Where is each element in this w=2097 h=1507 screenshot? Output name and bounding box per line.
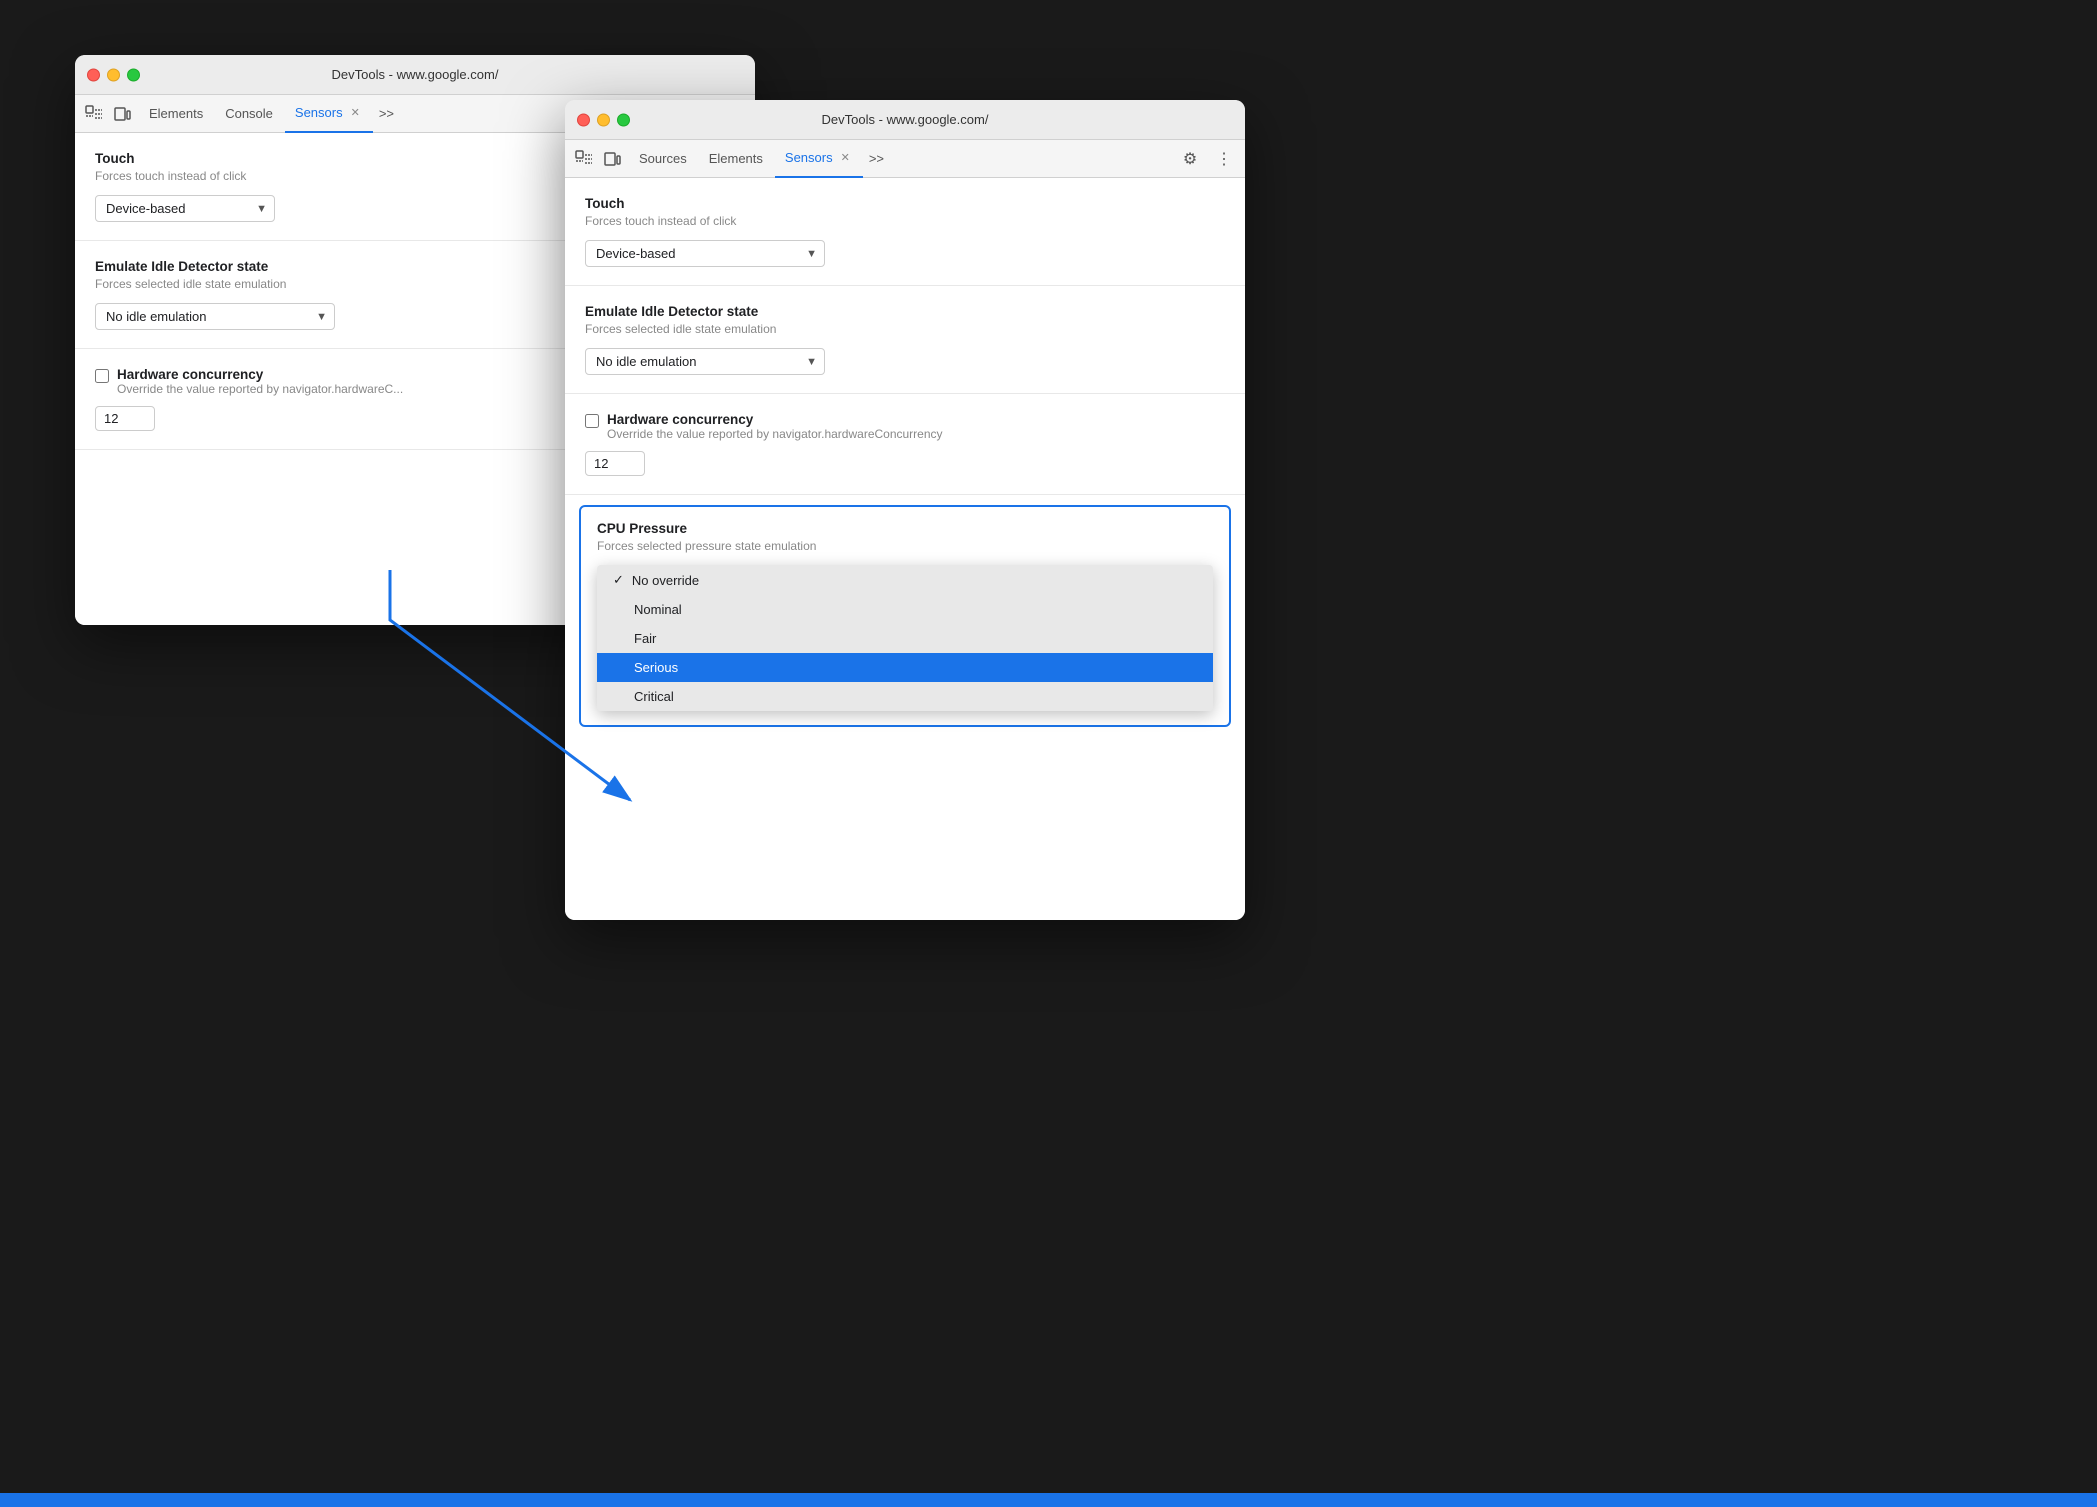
dropdown-item-fair[interactable]: Fair — [597, 624, 1213, 653]
tab-sources-2[interactable]: Sources — [629, 140, 697, 178]
hardware-section-2: Hardware concurrency Override the value … — [565, 394, 1245, 495]
inspect-icon[interactable] — [83, 103, 105, 125]
devtools-window-2: DevTools - www.google.com/ Sources Eleme… — [565, 100, 1245, 920]
minimize-button-2[interactable] — [597, 113, 610, 126]
more-tabs-2[interactable]: >> — [869, 151, 884, 166]
touch-desc-2: Forces touch instead of click — [585, 214, 1225, 228]
blue-bar — [0, 1493, 2097, 1507]
more-icon[interactable]: ⋮ — [1211, 146, 1237, 172]
idle-select-2[interactable]: No idle emulation — [585, 348, 825, 375]
hardware-checkbox-1[interactable] — [95, 369, 109, 383]
hardware-label-1: Hardware concurrency — [117, 367, 403, 382]
touch-select-wrapper-1: Device-based Force enabled Force disable… — [95, 195, 275, 222]
idle-title-2: Emulate Idle Detector state — [585, 304, 1225, 319]
hardware-input-2[interactable] — [585, 451, 645, 476]
tab-console-1[interactable]: Console — [215, 95, 283, 133]
cpu-dropdown-menu: No override Nominal Fair Serious Critica… — [597, 565, 1213, 711]
more-tabs-1[interactable]: >> — [379, 106, 394, 121]
cpu-desc: Forces selected pressure state emulation — [597, 539, 1213, 553]
idle-section-2: Emulate Idle Detector state Forces selec… — [565, 286, 1245, 394]
idle-select-wrapper-1: No idle emulation ▼ — [95, 303, 335, 330]
dropdown-item-no-override[interactable]: No override — [597, 565, 1213, 595]
hardware-checkbox-2[interactable] — [585, 414, 599, 428]
hardware-input-1[interactable] — [95, 406, 155, 431]
tab-bar-right-2: ⚙ ⋮ — [1177, 146, 1237, 172]
dropdown-item-critical[interactable]: Critical — [597, 682, 1213, 711]
cpu-title: CPU Pressure — [597, 521, 1213, 536]
hardware-desc-1: Override the value reported by navigator… — [117, 382, 403, 396]
tab-close-1[interactable]: ✕ — [348, 105, 363, 120]
minimize-button-1[interactable] — [107, 68, 120, 81]
title-bar-2: DevTools - www.google.com/ — [565, 100, 1245, 140]
close-button-2[interactable] — [577, 113, 590, 126]
device-icon-2[interactable] — [601, 148, 623, 170]
traffic-lights-2 — [577, 113, 630, 126]
close-button-1[interactable] — [87, 68, 100, 81]
cpu-pressure-box: CPU Pressure Forces selected pressure st… — [579, 505, 1231, 727]
tab-elements-1[interactable]: Elements — [139, 95, 213, 133]
dropdown-item-nominal[interactable]: Nominal — [597, 595, 1213, 624]
touch-select-1[interactable]: Device-based Force enabled Force disable… — [95, 195, 275, 222]
tab-sensors-1[interactable]: Sensors ✕ — [285, 95, 373, 133]
idle-desc-2: Forces selected idle state emulation — [585, 322, 1225, 336]
idle-select-1[interactable]: No idle emulation — [95, 303, 335, 330]
window-title-1: DevTools - www.google.com/ — [332, 67, 499, 82]
tab-elements-2[interactable]: Elements — [699, 140, 773, 178]
window-title-2: DevTools - www.google.com/ — [822, 112, 989, 127]
device-icon[interactable] — [111, 103, 133, 125]
content-area-2: Touch Forces touch instead of click Devi… — [565, 178, 1245, 920]
inspect-icon-2[interactable] — [573, 148, 595, 170]
settings-icon[interactable]: ⚙ — [1177, 146, 1203, 172]
maximize-button-2[interactable] — [617, 113, 630, 126]
touch-title-2: Touch — [585, 196, 1225, 211]
traffic-lights-1 — [87, 68, 140, 81]
touch-select-2[interactable]: Device-based Force enabled Force disable… — [585, 240, 825, 267]
hardware-label-2: Hardware concurrency — [607, 412, 943, 427]
hardware-desc-2: Override the value reported by navigator… — [607, 427, 943, 441]
cpu-pressure-section: CPU Pressure Forces selected pressure st… — [565, 495, 1245, 727]
maximize-button-1[interactable] — [127, 68, 140, 81]
dropdown-item-serious[interactable]: Serious — [597, 653, 1213, 682]
tab-bar-2: Sources Elements Sensors ✕ >> ⚙ ⋮ — [565, 140, 1245, 178]
tab-close-2[interactable]: ✕ — [838, 150, 853, 165]
touch-select-wrapper-2: Device-based Force enabled Force disable… — [585, 240, 825, 267]
idle-select-wrapper-2: No idle emulation ▼ — [585, 348, 825, 375]
tab-sensors-2[interactable]: Sensors ✕ — [775, 140, 863, 178]
hardware-checkbox-row-2: Hardware concurrency Override the value … — [585, 412, 1225, 441]
title-bar-1: DevTools - www.google.com/ — [75, 55, 755, 95]
touch-section-2: Touch Forces touch instead of click Devi… — [565, 178, 1245, 286]
